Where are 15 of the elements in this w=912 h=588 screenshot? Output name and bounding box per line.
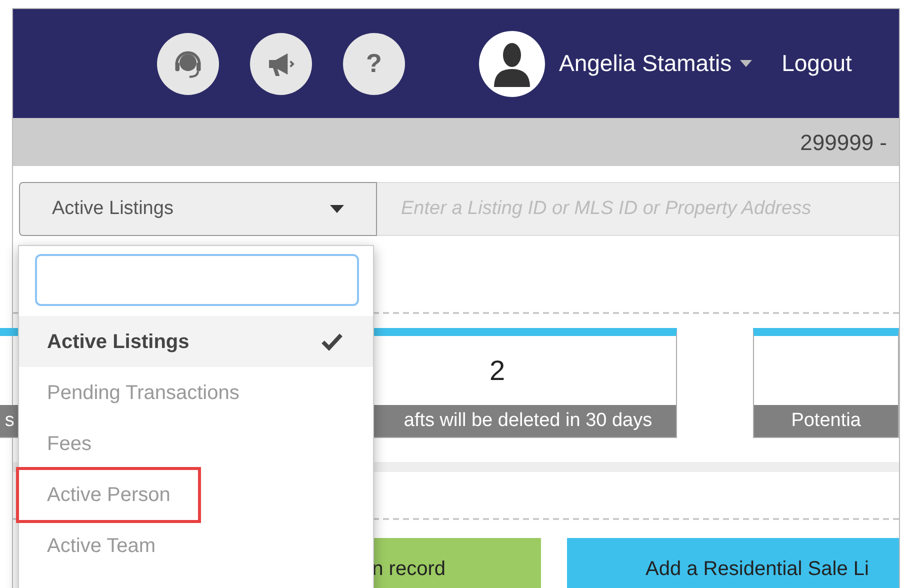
caret-icon bbox=[740, 60, 752, 68]
help-button[interactable]: ? bbox=[343, 32, 405, 94]
action-button[interactable]: Add a Residential Sale Li bbox=[567, 538, 899, 588]
filter-search-field[interactable] bbox=[35, 254, 359, 306]
filter-dropdown[interactable]: Active Listings bbox=[19, 182, 377, 236]
stat-label: Potentia bbox=[791, 408, 861, 433]
checkmark-icon bbox=[321, 332, 343, 350]
dropdown-item[interactable]: Active Listings bbox=[19, 316, 373, 367]
stat-value: 2 bbox=[489, 354, 506, 388]
account-text: 299999 - bbox=[800, 128, 887, 156]
stat-label: afts will be deleted in 30 days bbox=[404, 408, 652, 433]
caret-icon bbox=[330, 205, 344, 213]
stat-label: s bbox=[4, 408, 14, 433]
logout-link[interactable]: Logout bbox=[782, 46, 852, 81]
user-menu[interactable]: Angelia Stamatis bbox=[559, 46, 752, 81]
